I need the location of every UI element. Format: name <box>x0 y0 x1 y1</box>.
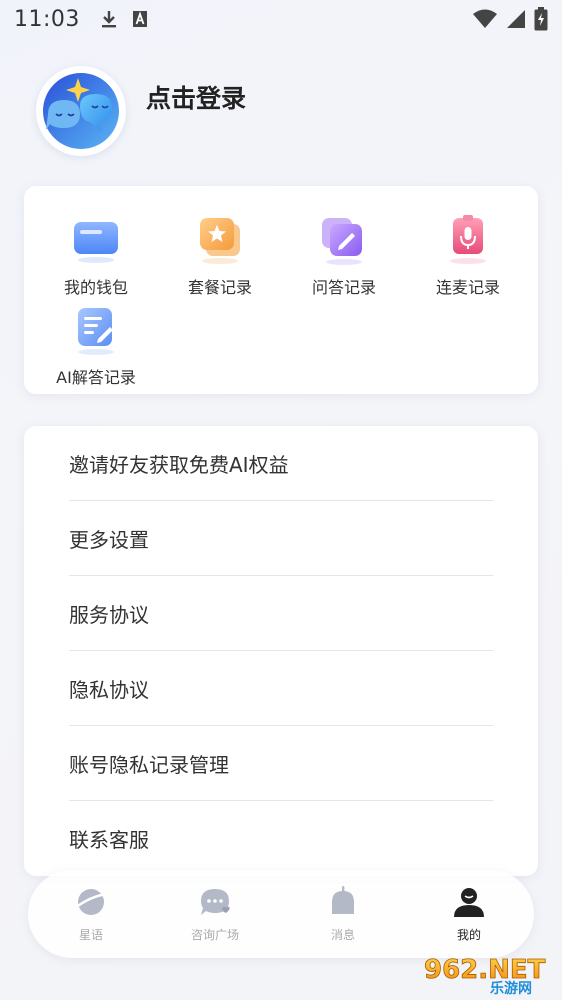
grid-item-label: 连麦记录 <box>435 278 500 297</box>
list-item-label: 更多设置 <box>69 528 149 552</box>
wallet-icon <box>74 222 118 263</box>
tab-xingyu[interactable]: 星语 <box>46 884 136 943</box>
download-icon <box>101 11 116 28</box>
planet-icon <box>74 889 108 915</box>
list-item-contact-support[interactable]: 联系客服 <box>69 801 493 876</box>
bell-icon <box>332 886 354 914</box>
ai-note-icon <box>78 308 114 355</box>
signal-icon <box>507 10 525 28</box>
login-label[interactable]: 点击登录 <box>146 79 246 115</box>
list-item-label: 账号隐私记录管理 <box>69 753 229 777</box>
grid-item-mic[interactable]: 连麦记录 <box>406 212 530 298</box>
list-item-service-agreement[interactable]: 服务协议 <box>69 576 493 651</box>
grid-item-label: 套餐记录 <box>187 278 252 297</box>
list-item-account-privacy[interactable]: 账号隐私记录管理 <box>69 726 493 801</box>
tab-consult-square[interactable]: 咨询广场 <box>170 884 260 943</box>
list-item-invite[interactable]: 邀请好友获取免费AI权益 <box>69 426 493 501</box>
grid-item-ai-record[interactable]: AI解答记录 <box>34 302 158 388</box>
list-item-label: 服务协议 <box>69 603 149 627</box>
battery-icon <box>534 7 548 31</box>
tab-messages[interactable]: 消息 <box>298 884 388 943</box>
qa-icon <box>322 218 362 265</box>
tab-label: 星语 <box>78 928 103 942</box>
grid-item-label: 问答记录 <box>311 278 376 297</box>
status-time: 11:03 <box>14 6 80 32</box>
watermark-subtext: 乐游网 <box>490 980 532 996</box>
status-bar: 11:03 <box>0 0 562 38</box>
list-item-label: 隐私协议 <box>69 678 149 702</box>
bottom-tab-bar: 星语 咨询广场 消息 我的 <box>28 870 534 958</box>
tab-mine[interactable]: 我的 <box>424 884 514 943</box>
list-item-label: 邀请好友获取免费AI权益 <box>69 453 289 477</box>
user-icon <box>454 888 484 917</box>
feature-grid-card: 我的钱包 套餐记录 问答记录 连麦记录 AI解答记录 <box>24 186 538 394</box>
grid-item-package[interactable]: 套餐记录 <box>158 212 282 298</box>
list-item-label: 联系客服 <box>69 828 149 852</box>
tab-label: 我的 <box>456 928 481 942</box>
avatar-chat-icon <box>43 73 119 149</box>
site-watermark-logo: 962.NET 乐游网 <box>424 955 546 996</box>
wifi-icon <box>473 9 497 28</box>
tab-label: 消息 <box>330 928 355 942</box>
settings-list-card: 邀请好友获取免费AI权益 更多设置 服务协议 隐私协议 账号隐私记录管理 联系客… <box>24 426 538 876</box>
microphone-icon <box>450 215 486 264</box>
a-icon <box>132 11 147 27</box>
list-item-more-settings[interactable]: 更多设置 <box>69 501 493 576</box>
grid-item-label: 我的钱包 <box>63 278 128 297</box>
profile-header[interactable]: 点击登录 <box>36 66 246 156</box>
grid-item-qa[interactable]: 问答记录 <box>282 212 406 298</box>
grid-item-wallet[interactable]: 我的钱包 <box>34 212 158 298</box>
tab-label: 咨询广场 <box>190 928 239 942</box>
chat-heart-icon <box>201 889 230 915</box>
grid-item-label: AI解答记录 <box>56 368 136 387</box>
package-icon <box>200 218 240 264</box>
avatar[interactable] <box>36 66 126 156</box>
list-item-privacy-agreement[interactable]: 隐私协议 <box>69 651 493 726</box>
